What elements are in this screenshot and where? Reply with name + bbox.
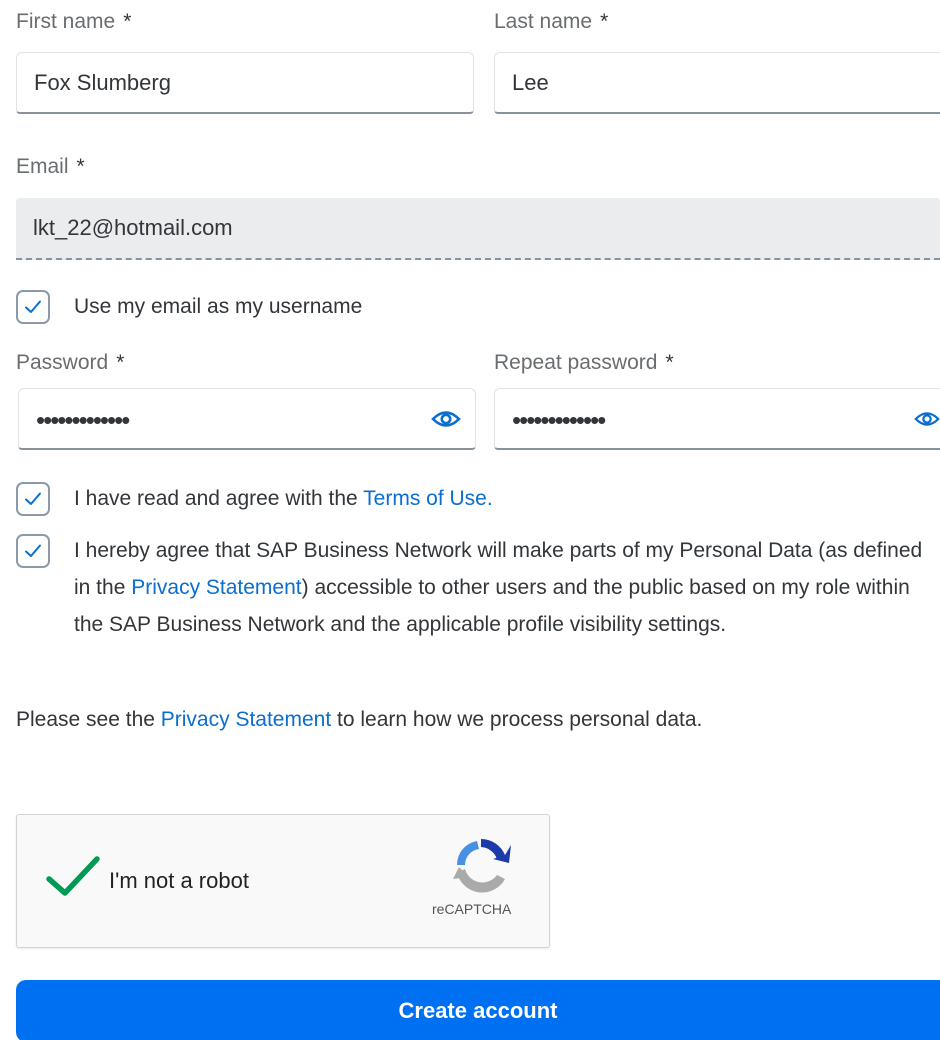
password-value: •••••••••••••: [36, 404, 130, 435]
create-account-label: Create account: [398, 998, 558, 1023]
recaptcha-brand: reCAPTCHA: [432, 901, 512, 917]
privacy-note-after: to learn how we process personal data.: [331, 708, 703, 731]
required-marker: *: [116, 351, 125, 374]
first-name-value: Fox Slumberg: [34, 69, 171, 95]
first-name-label-text: First name: [16, 10, 116, 33]
consent-text: I hereby agree that SAP Business Network…: [74, 532, 924, 643]
terms-text-before: I have read and agree with the: [74, 487, 364, 510]
recaptcha-label: I'm not a robot: [109, 868, 249, 893]
privacy-note-before: Please see the: [16, 708, 161, 731]
privacy-statement-link[interactable]: Privacy Statement: [161, 708, 331, 731]
username-checkbox[interactable]: [16, 290, 50, 324]
consent-checkbox[interactable]: [16, 534, 50, 568]
email-label-text: Email: [16, 155, 69, 178]
repeat-password-value: •••••••••••••: [512, 404, 606, 435]
terms-of-use-link[interactable]: Terms of Use: [363, 487, 487, 510]
checkmark-icon: [25, 492, 41, 505]
create-account-button[interactable]: Create account: [16, 980, 940, 1040]
email-value: lkt_22@hotmail.com: [33, 215, 233, 240]
repeat-password-label-text: Repeat password: [494, 351, 658, 374]
password-label: Password *: [16, 351, 124, 375]
required-marker: *: [123, 10, 132, 33]
required-marker: *: [600, 10, 609, 33]
eye-icon[interactable]: [914, 402, 940, 436]
username-checkbox-label: Use my email as my username: [74, 295, 363, 318]
checkmark-icon: [25, 544, 41, 557]
required-marker: *: [76, 155, 85, 178]
last-name-label-text: Last name: [494, 10, 593, 33]
last-name-value: Lee: [512, 69, 549, 95]
email-input[interactable]: lkt_22@hotmail.com: [16, 198, 940, 260]
checkmark-icon: [46, 856, 100, 896]
terms-text: I have read and agree with the Terms of …: [74, 480, 493, 517]
privacy-statement-link[interactable]: Privacy Statement: [131, 576, 301, 599]
recaptcha-logo-icon: [449, 833, 513, 897]
eye-icon[interactable]: [429, 402, 463, 436]
repeat-password-label: Repeat password *: [494, 351, 674, 375]
repeat-password-input[interactable]: •••••••••••••: [494, 388, 940, 450]
email-label: Email *: [16, 155, 85, 179]
recaptcha-checkbox[interactable]: [45, 853, 101, 906]
first-name-label: First name *: [16, 10, 131, 34]
password-label-text: Password: [16, 351, 109, 374]
last-name-label: Last name *: [494, 10, 608, 34]
first-name-input[interactable]: Fox Slumberg: [16, 52, 474, 114]
checkmark-icon: [25, 300, 41, 313]
password-input[interactable]: •••••••••••••: [18, 388, 476, 450]
required-marker: *: [665, 351, 674, 374]
terms-text-after: .: [486, 487, 493, 510]
last-name-input[interactable]: Lee: [494, 52, 940, 114]
privacy-note: Please see the Privacy Statement to lear…: [16, 701, 702, 738]
terms-checkbox[interactable]: [16, 482, 50, 516]
recaptcha-widget: I'm not a robot reCAPTCHA: [16, 814, 550, 948]
